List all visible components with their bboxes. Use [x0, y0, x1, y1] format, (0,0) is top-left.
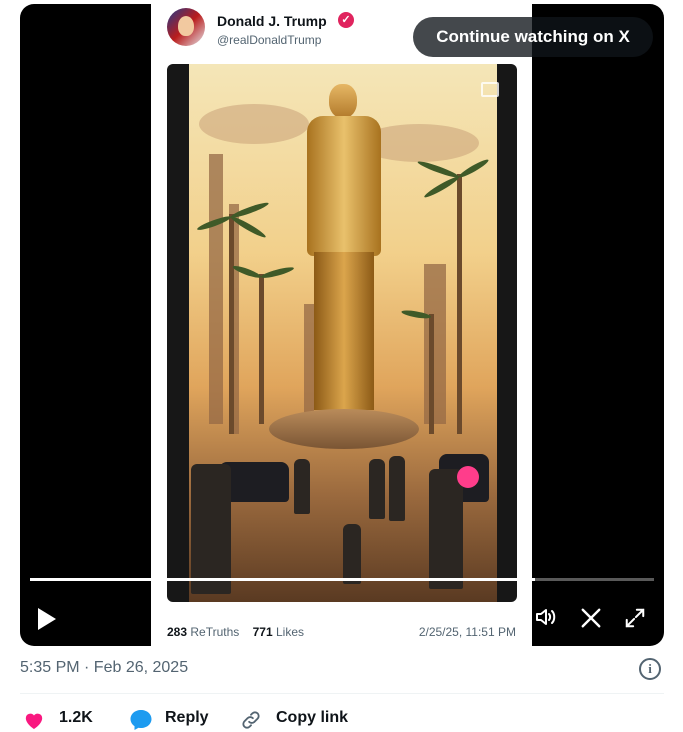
record-dot	[457, 466, 479, 488]
volume-icon[interactable]	[534, 605, 558, 629]
copy-link-button[interactable]: Copy link	[276, 709, 348, 727]
play-icon[interactable]	[38, 608, 56, 630]
post-stats: 283 ReTruths 771 Likes	[167, 625, 304, 639]
x-logo-icon[interactable]	[580, 607, 602, 629]
heart-icon[interactable]	[23, 710, 45, 730]
likes-count: 771	[252, 625, 273, 639]
statue	[329, 84, 357, 118]
divider	[20, 693, 664, 694]
video-frame	[167, 64, 517, 602]
tweet-timestamp[interactable]: 5:35 PM · Feb 26, 2025	[20, 659, 188, 677]
post-date: 2/25/25, 11:51 PM	[418, 625, 516, 639]
continue-watching-button[interactable]: Continue watching on X	[413, 17, 653, 57]
progress-bar[interactable]	[30, 578, 654, 581]
verified-badge-icon: ✓	[338, 12, 354, 28]
author-name: Donald J. Trump	[217, 13, 327, 29]
reply-button[interactable]: Reply	[165, 709, 209, 727]
avatar	[167, 8, 205, 46]
likes-label: Likes	[276, 625, 305, 639]
like-count[interactable]: 1.2K	[59, 709, 93, 727]
reply-bubble-icon[interactable]	[129, 709, 153, 731]
retruths-count: 283	[167, 625, 188, 639]
time-display: 0:29 / 0:36	[432, 609, 508, 626]
link-icon[interactable]	[240, 709, 262, 731]
embedded-truth-post: Donald J. Trump ✓ @realDonaldTrump 283 R…	[151, 4, 532, 646]
video-player[interactable]: Donald J. Trump ✓ @realDonaldTrump 283 R…	[20, 4, 664, 646]
info-icon[interactable]: i	[639, 658, 661, 680]
golden-statue-scene	[189, 64, 497, 602]
author-handle: @realDonaldTrump	[217, 33, 322, 47]
retruths-label: ReTruths	[190, 625, 240, 639]
progress-fill	[30, 578, 536, 581]
gallery-icon	[481, 82, 499, 97]
fullscreen-icon[interactable]	[624, 607, 646, 629]
